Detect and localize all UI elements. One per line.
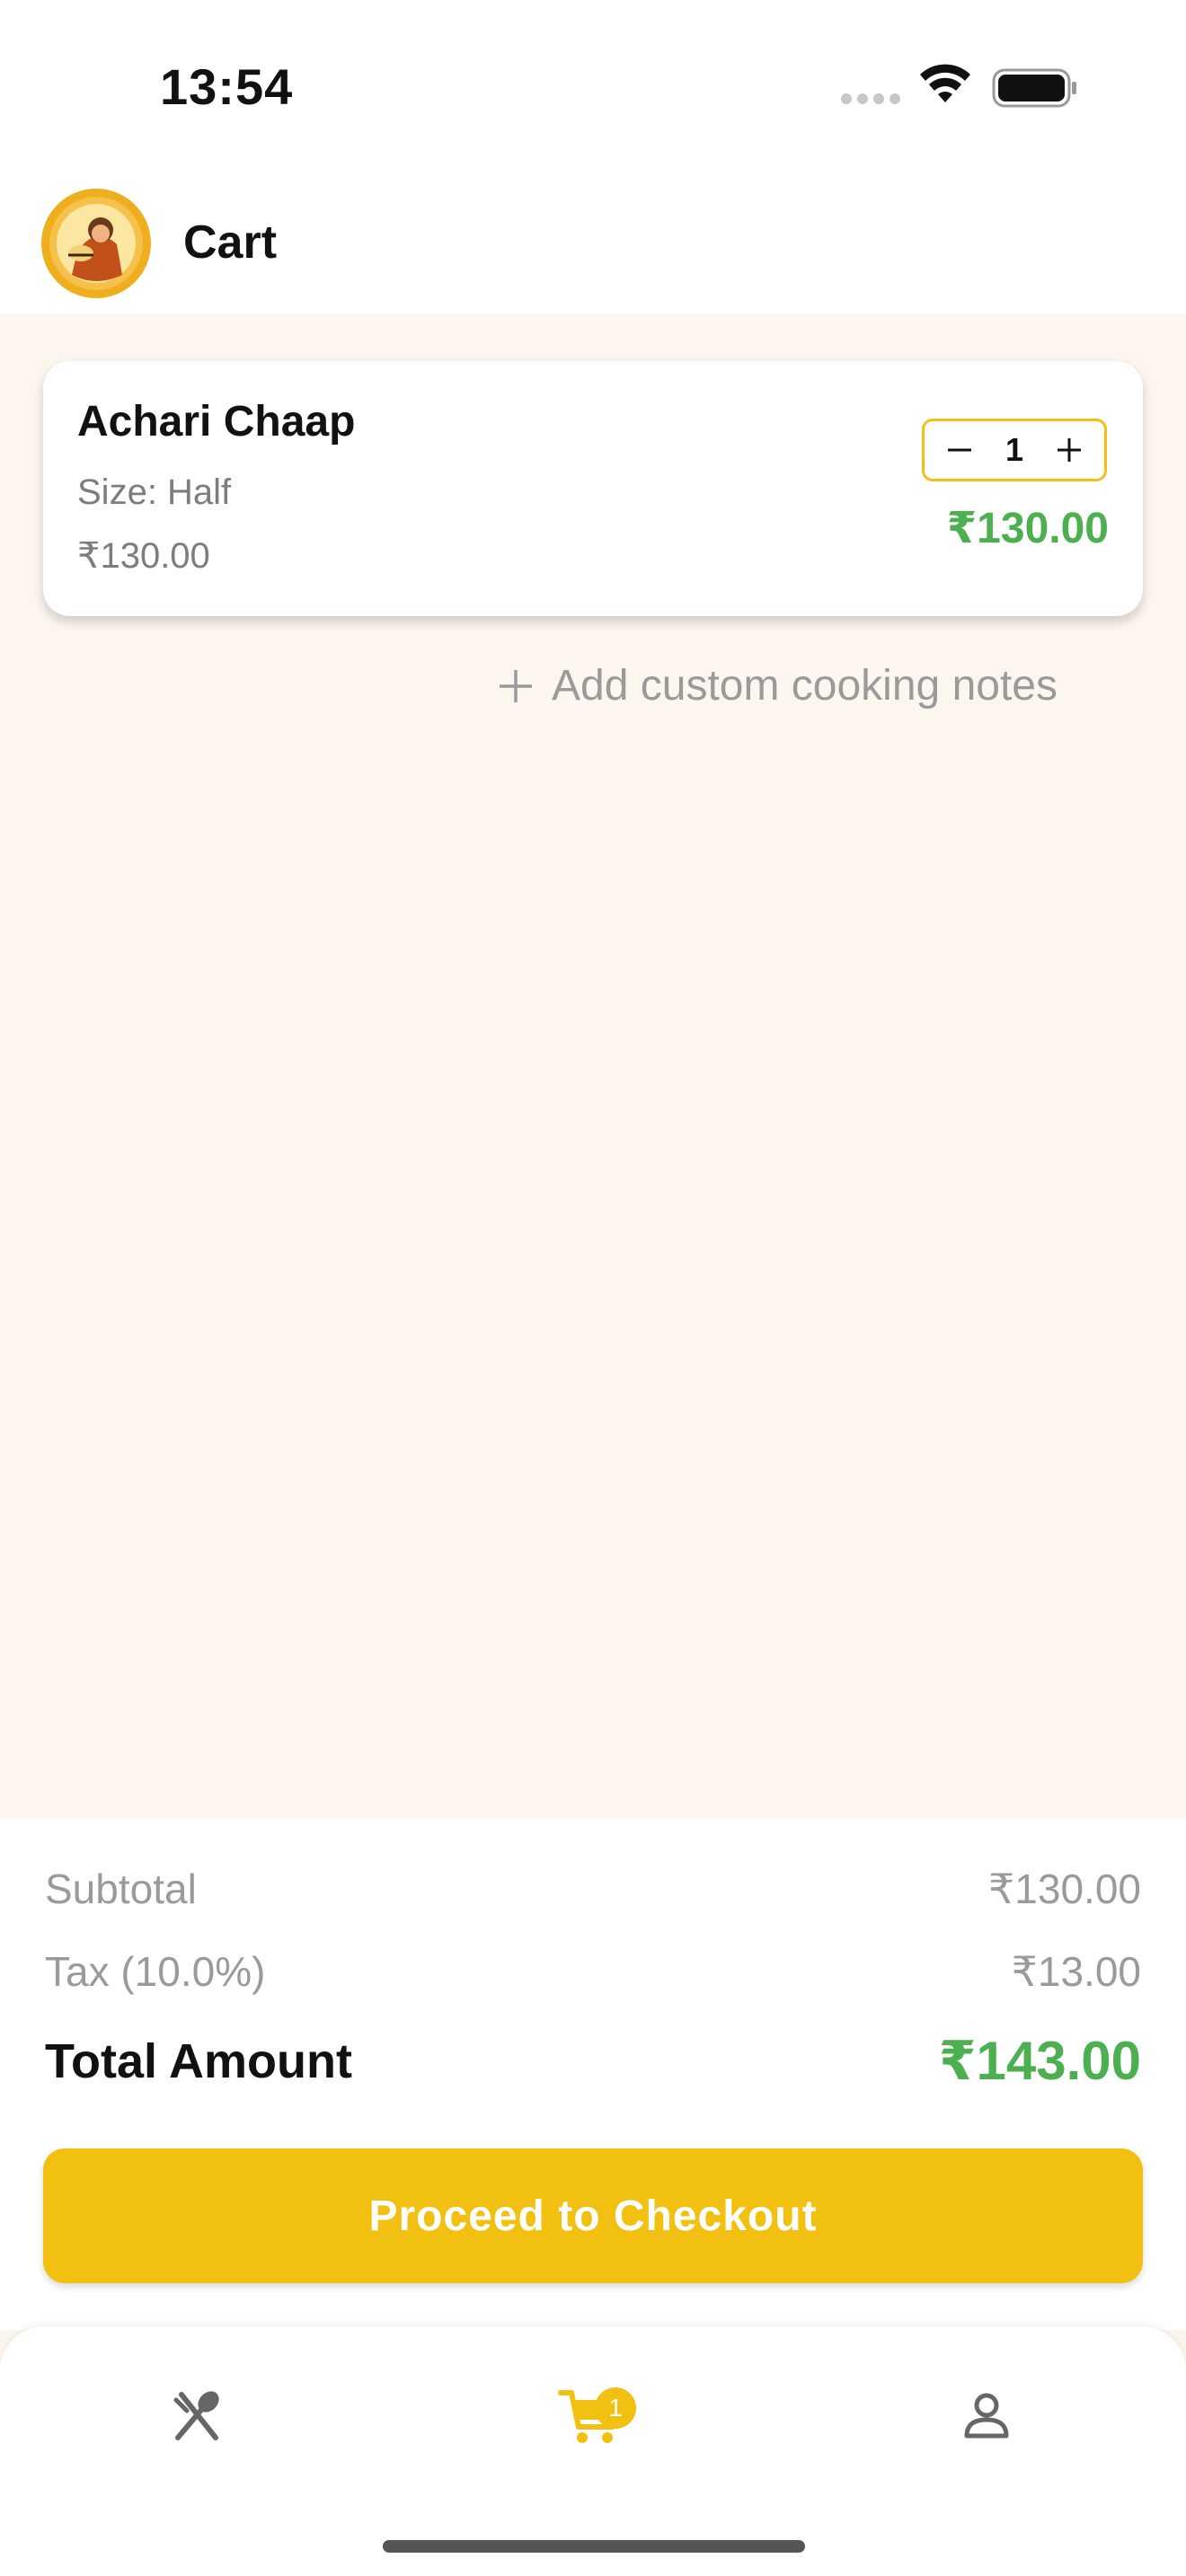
decrease-quantity-button[interactable]: [944, 435, 975, 465]
quantity-stepper: 1: [922, 419, 1107, 481]
wifi-icon: [920, 64, 970, 102]
cart-count-badge: 1: [595, 2387, 636, 2429]
profile-icon: [964, 2393, 1009, 2439]
tab-menu[interactable]: [144, 2362, 252, 2470]
battery-icon: [992, 68, 1076, 108]
item-name: Achari Chaap: [77, 398, 356, 446]
status-time: 13:54: [160, 58, 294, 115]
total-amount-value: ₹143.00: [938, 2031, 1141, 2091]
add-cooking-notes-label: Add custom cooking notes: [552, 662, 1058, 710]
fork-spoon-icon: [173, 2391, 219, 2440]
order-summary: Subtotal ₹130.00 Tax (10.0%) ₹13.00 Tota…: [0, 1818, 1186, 2330]
total-amount-label: Total Amount: [45, 2034, 352, 2088]
proceed-to-checkout-button[interactable]: Proceed to Checkout: [43, 2148, 1143, 2283]
plus-icon: [500, 669, 532, 702]
plus-icon: [1058, 438, 1081, 462]
item-size: Size: Half: [77, 472, 232, 512]
home-indicator: [383, 2540, 805, 2553]
tax-label: Tax (10.0%): [45, 1948, 266, 1995]
add-cooking-notes-button[interactable]: Add custom cooking notes: [496, 661, 1058, 710]
app-bar: Cart: [0, 171, 1186, 314]
item-unit-price: ₹130.00: [77, 536, 210, 576]
cellular-signal-icon: [841, 93, 900, 104]
tax-value: ₹13.00: [1011, 1948, 1141, 1995]
subtotal-label: Subtotal: [45, 1866, 197, 1912]
tab-profile[interactable]: [933, 2362, 1040, 2470]
increase-quantity-button[interactable]: [1054, 435, 1084, 465]
cart-item-card: Achari Chaap Size: Half ₹130.00 1 ₹130.0…: [43, 361, 1143, 616]
minus-icon: [948, 448, 971, 452]
page-title: Cart: [183, 216, 278, 269]
restaurant-logo-icon: [41, 189, 151, 298]
item-line-total: ₹130.00: [946, 505, 1109, 552]
quantity-value: 1: [1005, 431, 1024, 468]
status-bar: 13:54: [0, 0, 1186, 171]
tab-cart[interactable]: 1: [539, 2362, 647, 2470]
bottom-tab-bar: 1: [0, 2326, 1186, 2576]
subtotal-value: ₹130.00: [988, 1866, 1141, 1912]
